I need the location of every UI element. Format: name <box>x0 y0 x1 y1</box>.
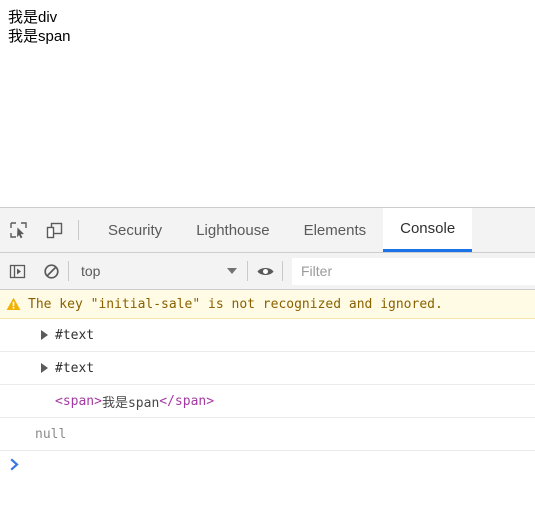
console-value-text: null <box>35 426 67 442</box>
console-filter-input[interactable]: Filter <box>292 257 535 285</box>
live-expression-eye-icon[interactable] <box>248 253 282 290</box>
inspect-element-icon[interactable] <box>0 208 36 252</box>
console-value-row[interactable]: null <box>0 418 535 451</box>
device-toolbar-icon[interactable] <box>36 208 72 252</box>
chevron-down-icon <box>227 268 237 274</box>
warning-triangle-icon <box>6 297 21 310</box>
clear-console-icon[interactable] <box>34 253 68 290</box>
expand-triangle-icon[interactable] <box>41 330 48 340</box>
page-div-text: 我是div <box>8 9 58 26</box>
page-span-text: 我是span <box>8 28 71 45</box>
execution-context-dropdown[interactable]: top <box>69 253 247 290</box>
console-node-row-1[interactable]: #text <box>0 319 535 352</box>
console-prompt[interactable] <box>0 451 535 488</box>
console-filter-placeholder: Filter <box>301 263 333 279</box>
execution-context-label: top <box>81 263 101 279</box>
console-sidebar-icon[interactable] <box>0 253 34 290</box>
devtools-tabstrip: Security Lighthouse Elements Console <box>0 208 535 253</box>
tab-security[interactable]: Security <box>91 208 179 252</box>
tab-console[interactable]: Console <box>383 208 473 252</box>
expand-triangle-icon[interactable] <box>41 363 48 373</box>
console-node-label: #text <box>55 360 95 376</box>
tab-lighthouse[interactable]: Lighthouse <box>179 208 286 252</box>
dom-open-tag: <span> <box>55 393 102 409</box>
console-message-list: The key "initial-sale" is not recognized… <box>0 290 535 520</box>
tabstrip-divider <box>78 220 79 240</box>
dom-inner-text: 我是span <box>101 395 160 411</box>
console-toolbar-divider-3 <box>282 261 283 281</box>
devtools-panel: Security Lighthouse Elements Console top <box>0 207 535 520</box>
console-warning-row[interactable]: The key "initial-sale" is not recognized… <box>0 290 535 319</box>
devtools-tabs: Security Lighthouse Elements Console <box>91 208 535 252</box>
prompt-chevron-icon <box>10 458 19 471</box>
console-dom-row[interactable]: <span> 我是span </span> <box>0 385 535 418</box>
tab-elements[interactable]: Elements <box>287 208 384 252</box>
page-viewport: 我是div 我是span <box>0 0 535 207</box>
console-node-label: #text <box>55 327 95 343</box>
console-warning-text: The key "initial-sale" is not recognized… <box>28 296 443 312</box>
console-toolbar: top Filter <box>0 253 535 290</box>
dom-close-tag: </span> <box>159 393 215 409</box>
console-node-row-2[interactable]: #text <box>0 352 535 385</box>
